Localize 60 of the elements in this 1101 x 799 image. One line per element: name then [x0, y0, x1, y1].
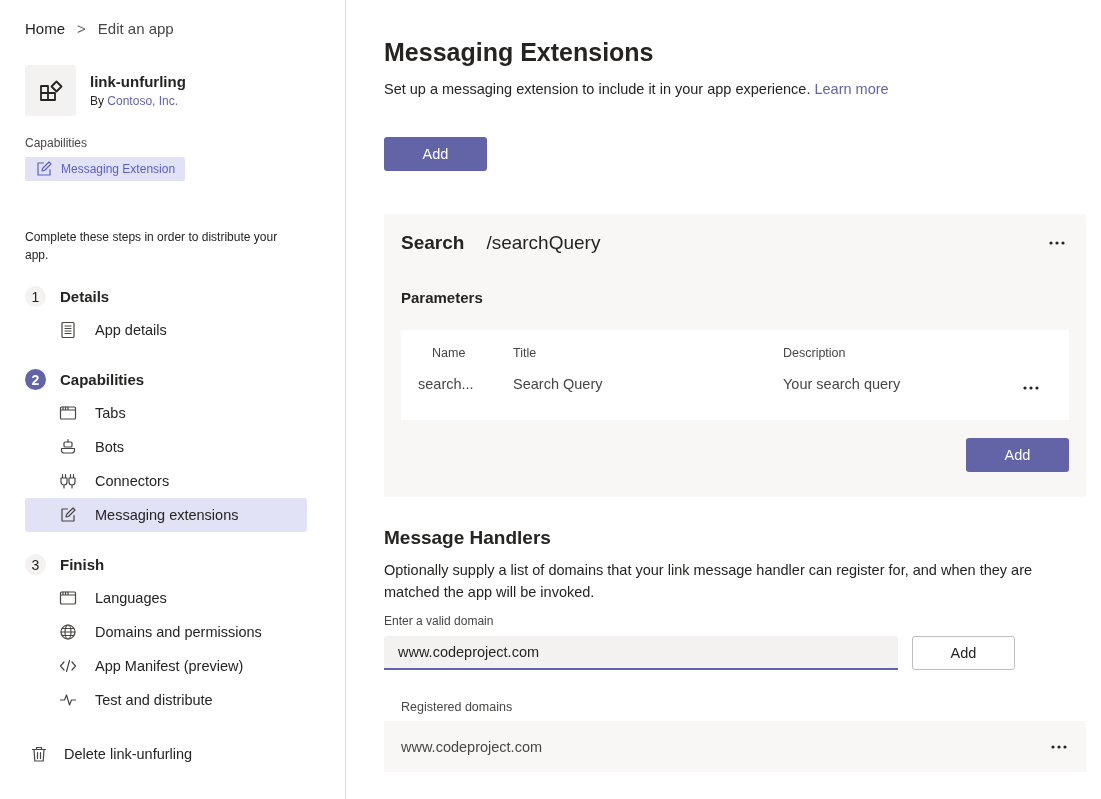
nav-item[interactable]: Tabs: [25, 396, 307, 430]
window-icon: [59, 404, 77, 422]
page-description: Set up a messaging extension to include it in your app experience. Learn more: [384, 81, 890, 97]
nav-item[interactable]: Connectors: [25, 464, 307, 498]
edit-icon: [35, 160, 53, 178]
more-icon: [1051, 744, 1067, 749]
table-cell-text: search...: [418, 376, 475, 394]
table-cell-text: Search Query: [513, 376, 604, 394]
field-label: Enter a valid domain: [384, 614, 495, 628]
table-cell-text: Your search query: [783, 376, 902, 394]
nav-item[interactable]: Messaging extensions: [25, 498, 307, 532]
domain-input-field[interactable]: www.codeproject.com: [384, 636, 898, 670]
bot-icon: [59, 438, 77, 456]
nav-item[interactable]: Test and distribute: [25, 683, 307, 717]
step-title: Finish: [60, 556, 105, 573]
section-heading: Message Handlers: [384, 527, 552, 549]
edit-icon: [59, 506, 77, 524]
page-title: Messaging Extensions: [384, 38, 655, 67]
learn-more-link[interactable]: Learn more: [814, 81, 889, 97]
registered-domains-label: Registered domains: [400, 700, 514, 714]
more-icon: [1049, 241, 1065, 245]
trash-icon: [30, 745, 48, 763]
delete-button[interactable]: Delete link-unfurling: [25, 745, 345, 763]
breadcrumb-link[interactable]: Home: [25, 20, 65, 37]
step-number: 1: [25, 286, 46, 307]
step-number: 3: [25, 554, 46, 575]
capability-tag: Messaging Extension: [25, 157, 186, 181]
parameters-heading: Parameters: [401, 289, 484, 306]
nav-item[interactable]: Bots: [25, 430, 307, 464]
nav-item[interactable]: Domains and permissions: [25, 615, 307, 649]
nav-item[interactable]: Languages: [25, 581, 307, 615]
add-domain-button[interactable]: Add: [912, 636, 1015, 670]
nav-item[interactable]: App Manifest (preview): [25, 649, 307, 683]
column-header: Description: [783, 345, 847, 362]
capabilities-label: Capabilities: [25, 136, 89, 150]
globe-icon: [59, 623, 77, 641]
publisher-link[interactable]: Contoso, Inc.: [107, 94, 179, 108]
add-button[interactable]: Add: [384, 137, 487, 171]
nav-item[interactable]: App details: [25, 313, 307, 347]
section-description: Optionally supply a list of domains that your link message handler can register for, and when they are matched the app will be invoked.: [384, 561, 1034, 602]
document-icon: [59, 321, 77, 339]
step-title: Details: [60, 288, 110, 305]
step-number: 2: [25, 369, 46, 390]
command-type: Search: [401, 232, 465, 254]
window-icon: [59, 589, 77, 607]
breadcrumb-separator: >: [77, 20, 86, 37]
app-name: link-unfurling: [90, 73, 186, 90]
pulse-icon: [59, 691, 77, 709]
column-header: Title: [513, 345, 538, 362]
add-parameter-button[interactable]: Add: [966, 438, 1069, 472]
command-id: /searchQuery: [486, 232, 601, 254]
instructions-text: Complete these steps in order to distribute your app.: [25, 229, 279, 264]
step-title: Capabilities: [60, 371, 145, 388]
code-icon: [59, 657, 77, 675]
by-label: By: [90, 94, 104, 108]
more-icon: [1023, 386, 1039, 390]
domain-text: www.codeproject.com: [401, 738, 543, 755]
plug-icon: [59, 472, 77, 490]
breadcrumb-current: Edit an app: [97, 20, 174, 37]
column-header: Name: [431, 345, 467, 362]
